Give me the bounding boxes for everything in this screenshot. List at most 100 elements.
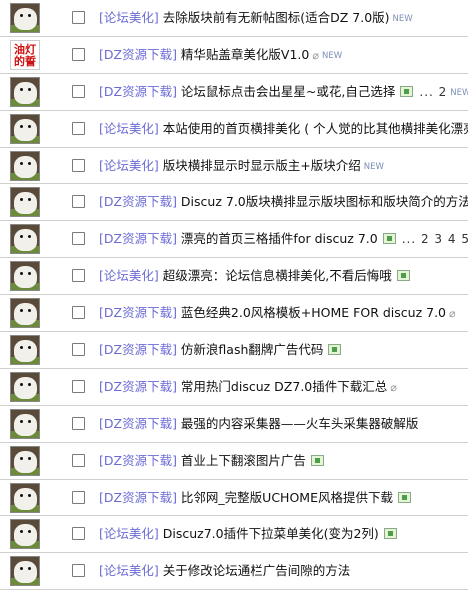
thread-title-line: [论坛美化] 本站使用的首页横排美化 ( 个人觉的比其他横排美化漂亮): [99, 121, 468, 137]
author-avatar[interactable]: [10, 3, 40, 33]
thread-category-link[interactable]: [DZ资源下载]: [99, 47, 177, 62]
author-avatar[interactable]: [10, 482, 40, 513]
thread-select-checkbox[interactable]: [72, 158, 85, 172]
thread-category-link[interactable]: [DZ资源下载]: [99, 342, 177, 357]
thread-select-checkbox[interactable]: [72, 47, 85, 61]
author-avatar[interactable]: [10, 371, 40, 402]
thread-category-link[interactable]: [DZ资源下载]: [99, 379, 177, 394]
thread-title-link[interactable]: 蓝色经典2.0风格模板+HOME FOR discuz 7.0: [177, 305, 446, 320]
image-attachment-icon: [328, 344, 342, 356]
thread-select-checkbox[interactable]: [72, 343, 85, 357]
image-attachment-icon: [383, 528, 397, 540]
author-avatar[interactable]: [10, 335, 40, 366]
thread-title-link[interactable]: 论坛鼠标点击会出星星~或花,自己选择: [177, 84, 395, 99]
thread-title-line: [DZ资源下载] Discuz 7.0版块横排显示版块图标和版块简介的方法NEW: [99, 194, 468, 211]
new-badge: NEW: [450, 87, 468, 98]
author-avatar[interactable]: [10, 408, 40, 439]
thread-title-link[interactable]: 本站使用的首页横排美化 ( 个人觉的比其他横排美化漂亮): [159, 121, 468, 136]
thread-row: [DZ资源下载] 首业上下翻滚图片广告: [0, 443, 468, 480]
thread-select-checkbox[interactable]: [72, 306, 85, 320]
new-badge: NEW: [392, 14, 413, 24]
thread-category-link[interactable]: [DZ资源下载]: [99, 490, 177, 505]
thread-row: [论坛美化] 关于修改论坛通栏广告间隙的方法: [0, 553, 468, 591]
author-avatar[interactable]: [10, 187, 40, 218]
thread-select-checkbox[interactable]: [72, 453, 85, 467]
thread-row: [DZ资源下载] 仿新浪flash翻牌广告代码: [0, 332, 468, 369]
thread-category-link[interactable]: [DZ资源下载]: [99, 231, 177, 246]
thread-row: [论坛美化] 本站使用的首页横排美化 ( 个人觉的比其他横排美化漂亮): [0, 111, 468, 148]
thread-category-link[interactable]: [DZ资源下载]: [99, 305, 177, 320]
thread-row: [DZ资源下载] Discuz 7.0版块横排显示版块图标和版块简介的方法NEW: [0, 184, 468, 222]
image-attachment-icon: [396, 270, 410, 282]
thread-select-checkbox[interactable]: [72, 11, 85, 24]
thread-select-checkbox[interactable]: [72, 269, 85, 283]
thread-category-link[interactable]: [DZ资源下载]: [99, 84, 177, 99]
thread-title-line: [DZ资源下载] 最强的内容采集器——火车头采集器破解版: [99, 416, 418, 432]
paperclip-icon: ⌀: [390, 380, 397, 394]
thread-title-link[interactable]: 最强的内容采集器——火车头采集器破解版: [177, 416, 419, 431]
thread-title-line: [论坛美化] 去除版块前有无新帖图标(适合DZ 7.0版) NEW: [99, 10, 413, 27]
thread-title-link[interactable]: 版块横排显示时显示版主+版块介绍: [159, 158, 361, 173]
thread-row: [DZ资源下载] 比邻网_完整版UCHOME风格提供下载: [0, 480, 468, 517]
thread-row: [DZ资源下载] 论坛鼠标点击会出星星~或花,自己选择 ... 2NEW: [0, 74, 468, 111]
thread-select-checkbox[interactable]: [72, 527, 85, 541]
thread-page-links[interactable]: ... 2: [419, 85, 447, 99]
thread-category-link[interactable]: [论坛美化]: [99, 158, 159, 173]
thread-category-link[interactable]: [DZ资源下载]: [99, 194, 177, 209]
thread-title-link[interactable]: 仿新浪flash翻牌广告代码: [177, 342, 323, 357]
thread-row: [DZ资源下载] 常用热门discuz DZ7.0插件下载汇总 ⌀: [0, 369, 468, 406]
thread-title-link[interactable]: 首业上下翻滚图片广告: [177, 453, 306, 468]
thread-category-link[interactable]: [论坛美化]: [99, 526, 159, 541]
author-avatar[interactable]: [10, 556, 40, 587]
image-attachment-icon: [400, 85, 414, 97]
thread-select-checkbox[interactable]: [72, 564, 85, 578]
image-attachment-icon: [397, 491, 411, 503]
author-avatar[interactable]: [10, 445, 40, 476]
thread-row: 油灯 的誓 [DZ资源下载] 精华贴盖章美化版V1.0 ⌀ NEW: [0, 37, 468, 74]
author-avatar[interactable]: [10, 224, 40, 255]
thread-title-link[interactable]: 比邻网_完整版UCHOME风格提供下载: [177, 490, 393, 505]
thread-category-link[interactable]: [DZ资源下载]: [99, 453, 177, 468]
thread-title-line: [论坛美化] Discuz7.0插件下拉菜单美化(变为2列): [99, 526, 397, 542]
author-avatar[interactable]: [10, 113, 40, 144]
thread-category-link[interactable]: [DZ资源下载]: [99, 416, 177, 431]
thread-title-line: [DZ资源下载] 首业上下翻滚图片广告: [99, 453, 324, 469]
thread-title-line: [DZ资源下载] 漂亮的首页三格插件for discuz 7.0 ... 2 3 …: [99, 231, 468, 247]
author-avatar[interactable]: [10, 150, 40, 181]
thread-select-checkbox[interactable]: [72, 379, 85, 393]
thread-select-checkbox[interactable]: [72, 490, 85, 504]
thread-title-link[interactable]: 关于修改论坛通栏广告间隙的方法: [159, 563, 351, 578]
author-avatar[interactable]: [10, 298, 40, 329]
thread-row: [论坛美化] 版块横排显示时显示版主+版块介绍 NEW: [0, 148, 468, 185]
thread-select-checkbox[interactable]: [72, 121, 85, 135]
thread-title-link[interactable]: 去除版块前有无新帖图标(适合DZ 7.0版): [159, 10, 390, 25]
thread-row: [DZ资源下载] 最强的内容采集器——火车头采集器破解版: [0, 406, 468, 443]
author-avatar[interactable]: [10, 519, 40, 550]
thread-title-line: [论坛美化] 超级漂亮：论坛信息横排美化,不看后悔哦: [99, 268, 410, 284]
thread-title-link[interactable]: 超级漂亮：论坛信息横排美化,不看后悔哦: [159, 268, 392, 283]
thread-row: [论坛美化] 去除版块前有无新帖图标(适合DZ 7.0版) NEW: [0, 0, 468, 37]
thread-title-link[interactable]: Discuz 7.0版块横排显示版块图标和版块简介的方法: [177, 194, 468, 209]
thread-category-link[interactable]: [论坛美化]: [99, 563, 159, 578]
thread-select-checkbox[interactable]: [72, 195, 85, 209]
thread-category-link[interactable]: [论坛美化]: [99, 121, 159, 136]
thread-row: [DZ资源下载] 漂亮的首页三格插件for discuz 7.0 ... 2 3 …: [0, 221, 468, 259]
thread-title-line: [DZ资源下载] 蓝色经典2.0风格模板+HOME FOR discuz 7.0…: [99, 305, 456, 322]
thread-category-link[interactable]: [论坛美化]: [99, 268, 159, 283]
thread-title-link[interactable]: 漂亮的首页三格插件for discuz 7.0: [177, 231, 378, 246]
thread-row: [论坛美化] 超级漂亮：论坛信息横排美化,不看后悔哦: [0, 258, 468, 296]
thread-title-link[interactable]: 精华贴盖章美化版V1.0: [177, 47, 309, 62]
thread-select-checkbox[interactable]: [72, 84, 85, 98]
author-avatar[interactable]: 油灯 的誓: [10, 39, 40, 70]
thread-select-checkbox[interactable]: [72, 416, 85, 430]
thread-row: [论坛美化] Discuz7.0插件下拉菜单美化(变为2列): [0, 516, 468, 554]
thread-list: [论坛美化] 去除版块前有无新帖图标(适合DZ 7.0版) NEW 油灯 的誓 [DZ资…: [0, 0, 468, 591]
thread-category-link[interactable]: [论坛美化]: [99, 10, 159, 25]
thread-title-link[interactable]: 常用热门discuz DZ7.0插件下载汇总: [177, 379, 387, 394]
thread-title-line: [DZ资源下载] 仿新浪flash翻牌广告代码: [99, 342, 342, 358]
author-avatar[interactable]: [10, 76, 40, 107]
author-avatar[interactable]: [10, 261, 40, 292]
thread-select-checkbox[interactable]: [72, 232, 85, 246]
thread-title-link[interactable]: Discuz7.0插件下拉菜单美化(变为2列): [159, 526, 379, 541]
thread-page-links[interactable]: ... 2 3 4 5 6 ..: [402, 232, 468, 246]
